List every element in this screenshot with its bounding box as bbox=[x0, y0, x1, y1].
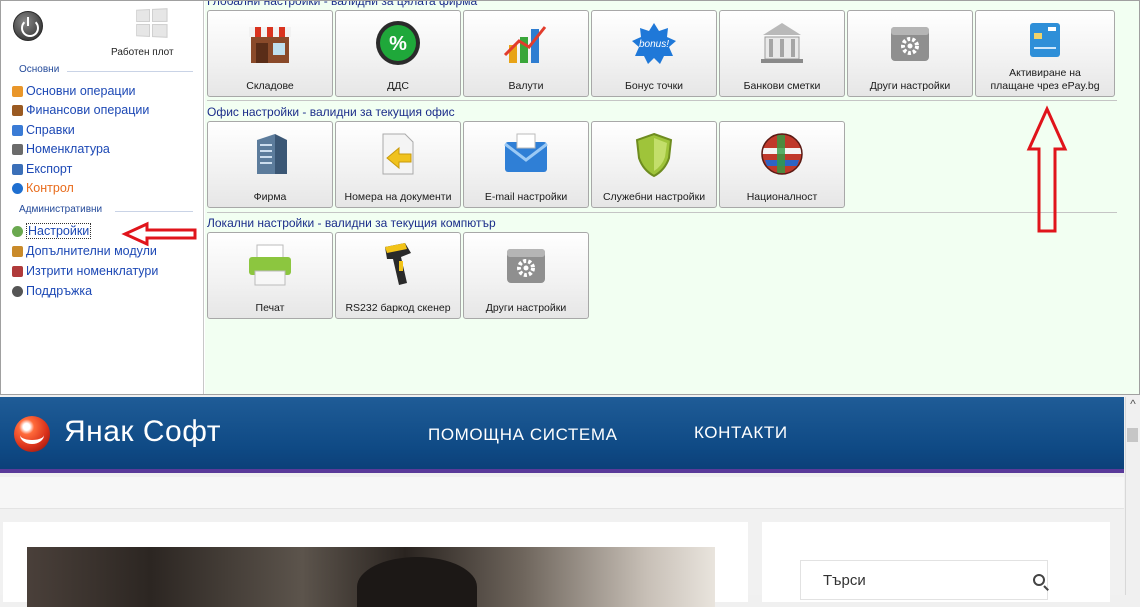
desktop-label[interactable]: Работен плот bbox=[111, 47, 174, 58]
logo-icon[interactable] bbox=[14, 416, 50, 452]
tile-other-settings-global[interactable]: Други настройки bbox=[847, 10, 973, 97]
support-icon bbox=[12, 285, 23, 297]
sidebar-item-financial-operations[interactable]: Финансови операции bbox=[12, 101, 149, 119]
search-input[interactable] bbox=[801, 561, 1011, 599]
desktop-windows-icon[interactable] bbox=[136, 8, 168, 38]
section-title-local: Локални настройки - валидни за текущия к… bbox=[207, 216, 496, 230]
group-title-basic: Основни bbox=[19, 64, 60, 75]
website-body bbox=[0, 477, 1124, 607]
svg-text:%: % bbox=[389, 33, 407, 55]
tile-print[interactable]: Печат bbox=[207, 232, 333, 319]
email-icon bbox=[504, 133, 548, 172]
info-icon bbox=[12, 182, 23, 194]
sidebar: Работен плот Основни Основни операции Фи… bbox=[1, 1, 204, 394]
tile-epay-activation[interactable]: Активиране на плащане чрез ePay.bg bbox=[975, 10, 1115, 97]
globe-flags-icon bbox=[761, 133, 803, 175]
sidebar-item-control[interactable]: Контрол bbox=[12, 179, 74, 197]
scrollbar-track[interactable] bbox=[1125, 415, 1140, 595]
article-photo bbox=[27, 547, 715, 607]
brand-name[interactable]: Янак Софт bbox=[64, 415, 221, 449]
annotation-arrow-left-icon bbox=[121, 221, 197, 247]
group-divider bbox=[115, 211, 193, 212]
sidebar-item-reports[interactable]: Справки bbox=[12, 121, 75, 139]
printer-icon bbox=[249, 244, 291, 286]
svg-text:bonus!: bonus! bbox=[639, 39, 669, 50]
section-title-global: Глобални настройки - валидни за цялата ф… bbox=[207, 0, 478, 8]
people-report-icon bbox=[12, 124, 23, 136]
tile-nationality[interactable]: Националност bbox=[719, 121, 845, 208]
website-sidebar-card bbox=[762, 522, 1110, 602]
gear-box-icon bbox=[891, 27, 929, 61]
sidebar-item-deleted-nomenclatures[interactable]: Изтрити номенклатури bbox=[12, 262, 158, 280]
annotation-arrow-up-icon bbox=[1026, 105, 1068, 233]
credit-card-icon bbox=[1030, 23, 1060, 57]
nav-help-system[interactable]: ПОМОЩНА СИСТЕМА bbox=[428, 425, 618, 445]
scrollbar-up-arrow-icon[interactable]: ^ bbox=[1125, 397, 1140, 415]
tile-email-settings[interactable]: E-mail настройки bbox=[463, 121, 589, 208]
section-title-office: Офис настройки - валидни за текущия офис bbox=[207, 105, 455, 119]
tile-rs232-barcode-scanner[interactable]: RS232 баркод скенер bbox=[335, 232, 461, 319]
tile-vat[interactable]: % ДДС bbox=[335, 10, 461, 97]
search-box bbox=[800, 560, 1048, 600]
tile-warehouses[interactable]: Складове bbox=[207, 10, 333, 97]
section-divider bbox=[207, 100, 1117, 101]
deleted-users-icon bbox=[12, 265, 23, 277]
settings-panel: Глобални настройки - валидни за цялата ф… bbox=[205, 0, 1139, 394]
website-header: Янак Софт ПОМОЩНА СИСТЕМА КОНТАКТИ bbox=[0, 397, 1124, 473]
settings-icon bbox=[12, 225, 23, 237]
tile-other-settings-local[interactable]: Други настройки bbox=[463, 232, 589, 319]
bank-icon bbox=[761, 23, 803, 63]
tile-bonus-points[interactable]: bonus! Бонус точки bbox=[591, 10, 717, 97]
group-divider bbox=[67, 71, 193, 72]
money-icon bbox=[12, 104, 23, 116]
person-list-icon bbox=[12, 143, 23, 155]
clipboard-icon bbox=[12, 85, 23, 97]
building-icon bbox=[257, 134, 287, 174]
search-icon[interactable] bbox=[1033, 574, 1045, 586]
bonus-icon: bonus! bbox=[632, 23, 676, 64]
page-band bbox=[0, 477, 1124, 509]
tile-document-numbers[interactable]: Номера на документи bbox=[335, 121, 461, 208]
export-icon bbox=[12, 163, 23, 175]
tile-bank-accounts[interactable]: Банкови сметки bbox=[719, 10, 845, 97]
sidebar-item-settings[interactable]: Настройки bbox=[12, 222, 92, 240]
tile-company[interactable]: Фирма bbox=[207, 121, 333, 208]
modules-icon bbox=[12, 245, 23, 257]
power-icon[interactable] bbox=[13, 11, 43, 41]
group-title-admin: Административни bbox=[19, 204, 103, 215]
sidebar-item-export[interactable]: Експорт bbox=[12, 160, 72, 178]
sidebar-item-basic-operations[interactable]: Основни операции bbox=[12, 82, 136, 100]
vat-percent-icon: % bbox=[376, 21, 420, 65]
tile-service-settings[interactable]: Служебни настройки bbox=[591, 121, 717, 208]
scrollbar-thumb[interactable] bbox=[1127, 428, 1138, 442]
section-divider bbox=[207, 212, 1117, 213]
sidebar-item-nomenclature[interactable]: Номенклатура bbox=[12, 140, 110, 158]
store-icon bbox=[249, 27, 291, 63]
document-icon bbox=[382, 133, 414, 175]
content-card bbox=[3, 522, 748, 607]
gear-box-icon bbox=[507, 249, 545, 283]
barcode-scanner-icon bbox=[385, 243, 411, 285]
tile-currencies[interactable]: Валути bbox=[463, 10, 589, 97]
nav-contacts[interactable]: КОНТАКТИ bbox=[694, 423, 788, 443]
sidebar-item-support[interactable]: Поддръжка bbox=[12, 282, 92, 300]
currency-chart-icon bbox=[503, 26, 547, 63]
shield-icon bbox=[635, 132, 673, 178]
app-window: Работен плот Основни Основни операции Фи… bbox=[0, 0, 1140, 395]
